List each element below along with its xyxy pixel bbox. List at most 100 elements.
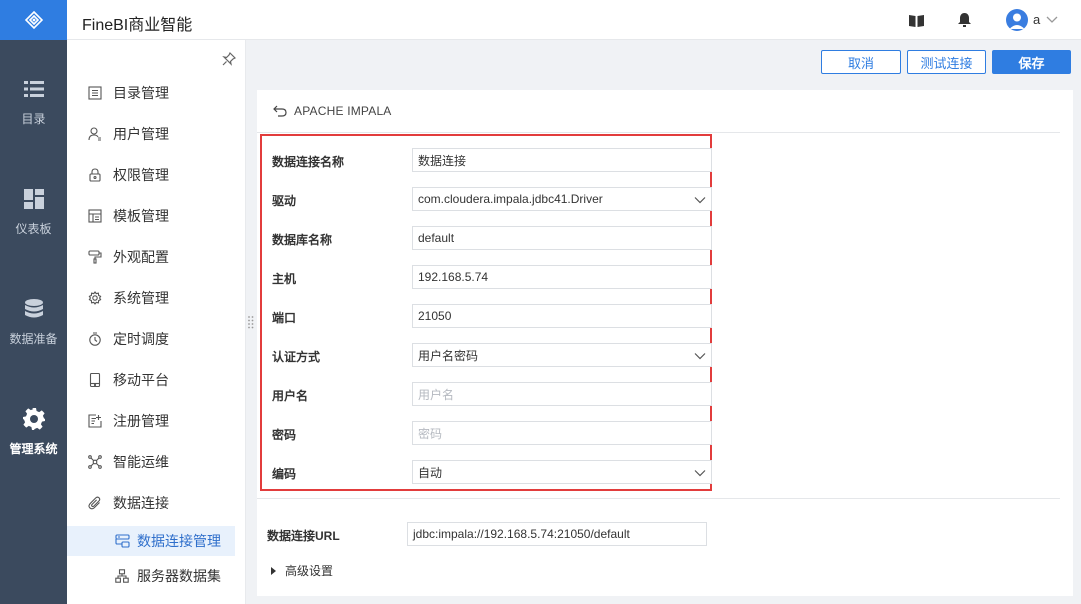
dashboard-icon <box>23 188 45 210</box>
advanced-settings-toggle[interactable]: 高级设置 <box>271 562 333 579</box>
sidebar-item-register[interactable]: 注册管理 <box>67 400 246 441</box>
sidebar-item-label: 系统管理 <box>113 289 169 306</box>
encoding-select[interactable]: 自动 <box>412 460 712 484</box>
db-connection-icon <box>114 533 130 549</box>
cancel-button[interactable]: 取消 <box>821 50 901 74</box>
sidebar-item-templates[interactable]: 模板管理 <box>67 195 246 236</box>
sidebar-item-catalog[interactable]: 目录管理 <box>67 72 246 113</box>
lock-icon <box>87 167 103 183</box>
user-avatar-icon <box>1009 13 1025 29</box>
settings-icon <box>87 290 103 306</box>
sidebar-item-label: 数据连接管理 <box>137 533 221 549</box>
driver-select[interactable]: com.cloudera.impala.jdbc41.Driver <box>412 187 712 211</box>
network-icon <box>87 454 103 470</box>
field-label-encoding: 编码 <box>272 467 297 481</box>
divider <box>257 132 1060 133</box>
sidebar-item-label: 用户管理 <box>113 125 169 142</box>
test-connection-button[interactable]: 测试连接 <box>907 50 986 74</box>
auth-method-select[interactable]: 用户名密码 <box>412 343 712 367</box>
sidebar-item-label: 注册管理 <box>113 412 169 429</box>
sidebar-item-label: 目录管理 <box>113 84 169 101</box>
connection-name-input[interactable]: 数据连接 <box>412 148 712 172</box>
rail-item-dashboard[interactable]: 仪表板 <box>0 150 67 260</box>
sidebar-item-label: 智能运维 <box>113 453 169 470</box>
connection-form-highlight: 数据连接名称 数据连接 驱动 com.cloudera.impala.jdbc4… <box>260 134 712 491</box>
paint-roller-icon <box>87 249 103 265</box>
sidebar-item-label: 服务器数据集 <box>137 568 221 584</box>
gear-icon <box>22 408 45 430</box>
sidebar-item-schedule[interactable]: 定时调度 <box>67 318 246 359</box>
rail-item-catalog[interactable]: 目录 <box>0 40 67 150</box>
username-input[interactable]: 用户名 <box>412 382 712 406</box>
chevron-down-icon <box>694 194 706 209</box>
sidebar-item-label: 权限管理 <box>113 166 169 183</box>
caret-right-icon <box>271 566 276 575</box>
rail-item-label: 目录 <box>21 112 46 126</box>
sidebar-item-label: 移动平台 <box>113 371 169 388</box>
field-label-name: 数据连接名称 <box>272 155 345 169</box>
chevron-down-icon[interactable] <box>1046 13 1058 28</box>
template-icon <box>87 208 103 224</box>
rail-item-admin[interactable]: 管理系统 <box>0 370 67 480</box>
sidebar-item-label: 外观配置 <box>113 248 169 265</box>
list-icon <box>23 78 45 100</box>
field-label-driver: 驱动 <box>272 194 297 208</box>
field-label-host: 主机 <box>272 272 297 286</box>
user-name[interactable]: a <box>1033 12 1040 27</box>
field-label-database: 数据库名称 <box>272 233 333 247</box>
sidebar-subitem-connection-manage[interactable]: 数据连接管理 <box>67 526 235 556</box>
host-input[interactable]: 192.168.5.74 <box>412 265 712 289</box>
bell-icon[interactable] <box>956 12 972 28</box>
rail-item-label: 数据准备 <box>9 332 58 346</box>
advanced-settings-label: 高级设置 <box>285 564 334 578</box>
connection-type-title: APACHE IMPALA <box>294 104 392 118</box>
sidebar-item-system[interactable]: 系统管理 <box>67 277 246 318</box>
app-title: FineBI商业智能 <box>82 17 193 34</box>
sidebar-item-ops[interactable]: 智能运维 <box>67 441 246 482</box>
back-arrow-icon <box>273 105 287 117</box>
timer-icon <box>87 331 103 347</box>
register-icon <box>87 413 103 429</box>
sidebar-item-label: 数据连接 <box>113 494 169 511</box>
sidebar-item-data-connection[interactable]: 数据连接 <box>67 482 246 523</box>
encoding-value: 自动 <box>418 465 443 480</box>
field-label-password: 密码 <box>272 428 297 442</box>
rail-item-label: 管理系统 <box>9 442 58 456</box>
sidebar-item-permissions[interactable]: 权限管理 <box>67 154 246 195</box>
back-link[interactable]: APACHE IMPALA <box>273 104 392 118</box>
app-rail: 目录 仪表板 数据准备 管理系统 <box>0 0 67 604</box>
rail-item-data-prep[interactable]: 数据准备 <box>0 260 67 370</box>
port-input[interactable]: 21050 <box>412 304 712 328</box>
sidebar-resize-handle[interactable] <box>247 314 255 330</box>
sidebar-subitem-server-dataset[interactable]: 服务器数据集 <box>67 561 246 591</box>
sidebar-item-appearance[interactable]: 外观配置 <box>67 236 246 277</box>
catalog-icon <box>87 85 103 101</box>
rail-item-label: 仪表板 <box>15 222 52 236</box>
database-name-input[interactable]: default <box>412 226 712 250</box>
server-dataset-icon <box>114 568 130 584</box>
logo-icon <box>24 10 43 30</box>
connection-url-field[interactable]: jdbc:impala://192.168.5.74:21050/default <box>407 522 707 546</box>
field-label-username: 用户名 <box>272 389 309 403</box>
user-icon <box>87 126 103 142</box>
avatar[interactable] <box>1006 9 1028 31</box>
sidebar-item-mobile[interactable]: 移动平台 <box>67 359 246 400</box>
sidebar-item-label: 定时调度 <box>113 330 169 347</box>
book-icon[interactable] <box>908 12 924 28</box>
connection-editor-panel: APACHE IMPALA 数据连接名称 数据连接 驱动 com.clouder… <box>257 90 1073 596</box>
mobile-icon <box>87 372 103 388</box>
field-label-url: 数据连接URL <box>267 529 340 543</box>
driver-select-value: com.cloudera.impala.jdbc41.Driver <box>418 192 603 206</box>
admin-sidebar: 目录管理 用户管理 权限管理 模板管理 外观配置 系统管理 定时调度 移动平台 … <box>67 40 246 604</box>
chevron-down-icon <box>694 350 706 365</box>
database-icon <box>23 298 45 320</box>
sidebar-item-users[interactable]: 用户管理 <box>67 113 246 154</box>
password-input[interactable]: 密码 <box>412 421 712 445</box>
field-label-port: 端口 <box>272 311 297 325</box>
chevron-down-icon <box>694 467 706 482</box>
auth-method-value: 用户名密码 <box>418 348 479 363</box>
paperclip-icon <box>87 495 103 511</box>
save-button[interactable]: 保存 <box>992 50 1071 74</box>
pin-icon[interactable] <box>222 51 237 69</box>
app-logo[interactable] <box>0 0 67 40</box>
